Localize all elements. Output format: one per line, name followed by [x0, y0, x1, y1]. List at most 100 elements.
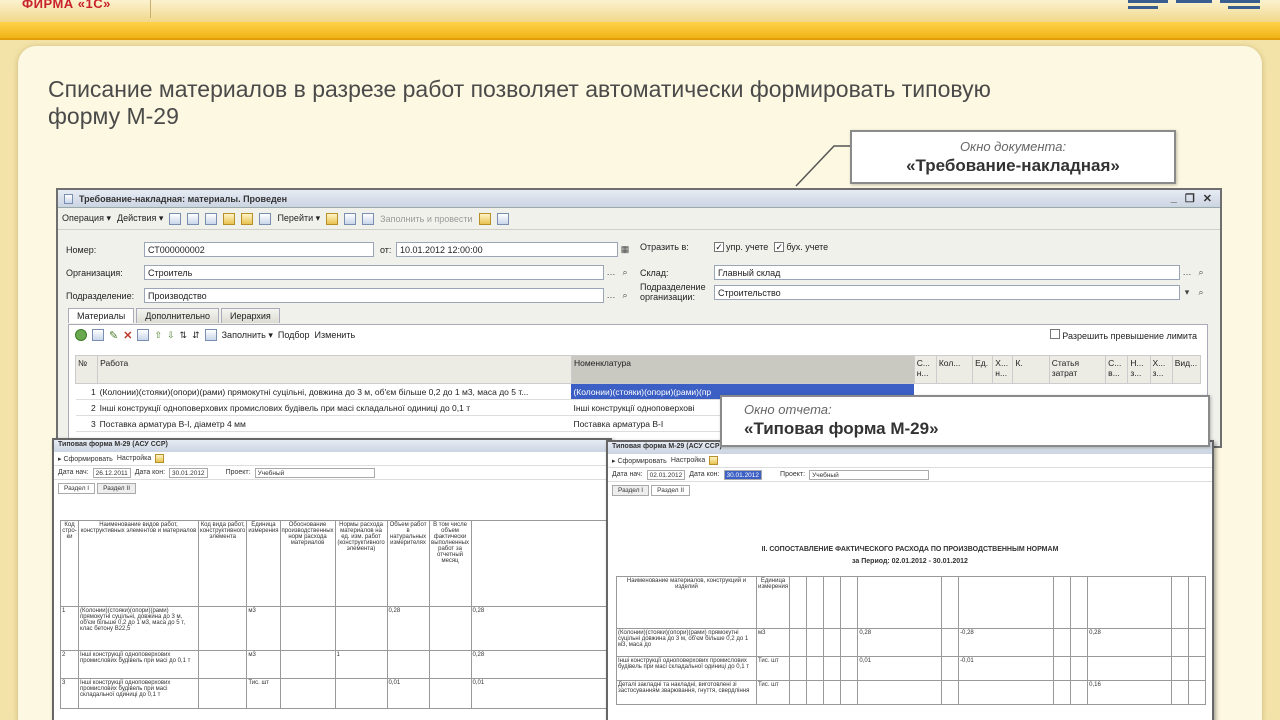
col-sv[interactable]: С... в... [1105, 355, 1129, 384]
warehouse-row: Склад: Главный склад … ⌕ [640, 265, 1208, 280]
org-field[interactable]: Строитель [144, 265, 604, 280]
end-edit-icon[interactable] [137, 329, 150, 341]
col-number[interactable]: № [74, 355, 99, 384]
sort-asc-icon[interactable]: ⇅ [180, 330, 188, 341]
dept-search-icon[interactable]: ⌕ [618, 289, 632, 302]
add-icon[interactable] [75, 329, 87, 341]
minimize-icon[interactable]: _ [1171, 192, 1177, 205]
dept-field[interactable]: Производство [144, 288, 604, 303]
org-dept-search-icon[interactable]: ⌕ [1194, 286, 1208, 299]
edit-icon[interactable]: ✎ [109, 329, 118, 342]
report1-table: Код стро-ки Наименование видов работ, ко… [60, 520, 609, 709]
report1-tab-2[interactable]: Раздел II [97, 483, 137, 494]
org-search-icon[interactable]: ⌕ [618, 266, 632, 279]
pick-button[interactable]: Подбор [278, 330, 310, 340]
fill-post-button[interactable]: Заполнить и провести [380, 214, 472, 224]
warehouse-field[interactable]: Главный склад [714, 265, 1180, 280]
report2-tab-2[interactable]: Раздел II [651, 485, 691, 496]
report2-date-from[interactable]: 02.01.2012 [646, 469, 686, 480]
list-icon[interactable] [344, 212, 357, 225]
print-icon[interactable] [241, 212, 254, 225]
copy-icon[interactable] [205, 212, 218, 225]
move-down-icon[interactable]: ⇩ [167, 330, 175, 341]
warehouse-search-icon[interactable]: ⌕ [1194, 266, 1208, 279]
col-kind[interactable]: Вид... [1171, 355, 1202, 384]
report1-generate-button[interactable]: ▸ Сформировать [58, 455, 113, 463]
acct-checkbox[interactable]: ✓ [774, 242, 785, 252]
report2-tab-1[interactable]: Раздел I [612, 485, 650, 496]
report1-date-from[interactable]: 26.12.2011 [92, 467, 131, 478]
report1-object[interactable]: Учебный [254, 467, 375, 478]
columns-icon[interactable] [204, 329, 217, 341]
allow-exceed-checkbox[interactable] [1050, 329, 1061, 339]
row-work[interactable]: (Колонии)(стояки)(опори)(рами) прямокутн… [97, 383, 572, 400]
col-s[interactable]: С... н... [913, 355, 937, 384]
report1-help-icon[interactable] [155, 454, 165, 463]
report1-date-to[interactable]: 30.01.2012 [169, 467, 208, 478]
col-x[interactable]: Х... н... [992, 355, 1014, 384]
row-work[interactable]: Інші конструкції одноповерхових промисло… [97, 399, 572, 416]
report1-tab-1[interactable]: Раздел I [58, 483, 96, 494]
tab-materials[interactable]: Материалы [68, 308, 135, 323]
actions-menu[interactable]: Действия ▾ [117, 213, 163, 224]
callout-report-title: «Типовая форма М-29» [744, 419, 939, 438]
structure-icon[interactable] [223, 212, 236, 225]
dept-select-icon[interactable]: … [604, 289, 618, 302]
col-unit[interactable]: Ед. [972, 355, 994, 384]
close-icon[interactable]: ✕ [1203, 192, 1212, 205]
org-row: Организация: Строитель … ⌕ [66, 265, 632, 280]
col-xz[interactable]: Х... з... [1149, 355, 1173, 384]
row-work[interactable]: Поставка арматура В-І, діаметр 4 мм [97, 415, 572, 432]
sort-desc-icon[interactable]: ⇵ [192, 330, 200, 341]
report2-object[interactable]: Учебный [809, 469, 930, 480]
col-k[interactable]: К. [1012, 355, 1050, 384]
slide-headline: Списание материалов в разрезе работ позв… [48, 76, 991, 129]
r2-row-value: 0,01 [857, 656, 942, 681]
movements-icon[interactable] [259, 212, 272, 225]
help-icon[interactable] [326, 212, 339, 225]
r2-row-value: -0,01 [958, 656, 1055, 681]
r1-row-fact: 0,01 [470, 678, 609, 709]
report2-settings-button[interactable]: Настройка [671, 457, 705, 464]
col-cost-item[interactable]: Статья затрат [1048, 355, 1107, 384]
date-field[interactable]: 10.01.2012 12:00:00 [396, 242, 618, 257]
mgmt-checkbox[interactable]: ✓ [714, 242, 724, 252]
org-dept-row: Подразделение организации: Строительство… [640, 282, 1208, 302]
restore-icon[interactable]: ❐ [1185, 192, 1195, 205]
report1-settings-button[interactable]: Настройка [117, 455, 151, 462]
number-field[interactable]: СТ000000002 [144, 242, 374, 257]
col-item[interactable]: Номенклатура [570, 355, 915, 384]
calendar-icon[interactable]: ▦ [618, 243, 632, 256]
report2-help-icon[interactable] [709, 456, 719, 465]
text-icon[interactable] [496, 212, 509, 225]
warehouse-select-icon[interactable]: … [1180, 266, 1194, 279]
move-up-icon[interactable]: ⇧ [154, 330, 162, 341]
allow-exceed-option[interactable]: Разрешить превышение лимита [1050, 329, 1197, 341]
operation-menu[interactable]: Операция ▾ [62, 213, 111, 224]
col-qty[interactable]: Кол... [935, 355, 974, 384]
report2-generate-button[interactable]: ▸ Сформировать [612, 457, 667, 465]
settings-icon[interactable] [362, 212, 375, 225]
unpost-icon[interactable] [187, 212, 200, 225]
post-icon[interactable] [169, 212, 182, 225]
fill-menu[interactable]: Заполнить ▾ [222, 330, 273, 341]
org-select-icon[interactable]: … [604, 266, 618, 279]
col-nz[interactable]: Н... з... [1127, 355, 1151, 384]
col-work[interactable]: Работа [97, 355, 572, 384]
org-dept-field[interactable]: Строительство [714, 284, 1180, 300]
tab-hierarchy[interactable]: Иерархия [220, 308, 280, 323]
org-dept-label: Подразделение организации: [640, 282, 706, 302]
goto-menu[interactable]: Перейти ▾ [277, 213, 320, 224]
tab-additional[interactable]: Дополнительно [136, 308, 219, 323]
delete-icon[interactable]: ✕ [123, 329, 132, 342]
report1-tabs: Раздел I Раздел II [54, 480, 610, 494]
copy-row-icon[interactable] [92, 329, 104, 341]
r1-col-basis: Обоснование производственных норм расход… [279, 520, 336, 607]
org-dept-dropdown-icon[interactable]: ▾ [1180, 286, 1194, 299]
date-label: от: [380, 244, 392, 255]
change-button[interactable]: Изменить [315, 330, 356, 340]
materials-toolbar: ✎ ✕ ⇧ ⇩ ⇅ ⇵ Заполнить ▾ Подбор Изменить … [69, 325, 1207, 345]
r1-row-fact: 0,28 [470, 606, 609, 651]
sort-icon[interactable] [478, 212, 491, 225]
report2-date-to[interactable]: 30.01.2012 [723, 469, 763, 480]
